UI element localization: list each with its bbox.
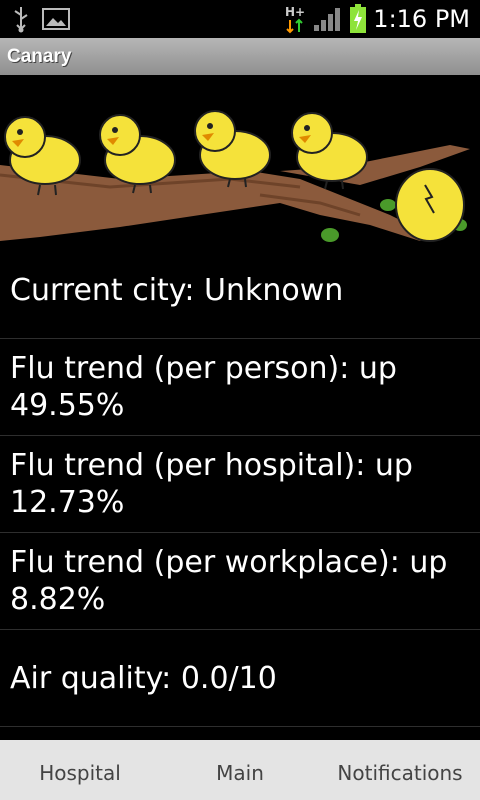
canaries-on-branch-illustration <box>0 110 480 243</box>
tab-hospital[interactable]: Hospital <box>0 755 160 785</box>
network-label: H+ <box>285 5 305 19</box>
image-icon <box>42 8 70 30</box>
title-bar: Canary <box>0 38 480 75</box>
network-h-plus-icon: H+ <box>285 5 305 34</box>
flu-trend-person-label: Flu trend (per person): up <box>10 351 397 386</box>
air-quality-text: Air quality: 0.0/10 <box>10 660 277 696</box>
tab-notifications[interactable]: Notifications <box>320 755 480 785</box>
canary-5 <box>395 168 465 242</box>
flu-trend-hospital-row: Flu trend (per hospital): up 12.73% <box>0 436 480 533</box>
flu-trend-hospital-label: Flu trend (per hospital): up <box>10 448 413 483</box>
app-title: Canary <box>7 45 72 67</box>
air-quality-row: Air quality: 0.0/10 <box>0 630 480 727</box>
flu-trend-person-row: Flu trend (per person): up 49.55% <box>0 339 480 436</box>
canary-banner <box>0 75 480 243</box>
status-bar: H+ 1:16 PM <box>0 0 480 38</box>
usb-icon <box>14 7 28 33</box>
tab-main[interactable]: Main <box>160 755 320 785</box>
current-city-row: Current city: Unknown <box>0 243 480 339</box>
flu-trend-workplace-value: 8.82% <box>10 582 106 617</box>
flu-trend-workplace-row: Flu trend (per workplace): up 8.82% <box>0 533 480 630</box>
signal-icon <box>314 8 341 31</box>
flu-trend-person-value: 49.55% <box>10 388 125 423</box>
info-list: Current city: Unknown Flu trend (per per… <box>0 243 480 727</box>
tab-bar: Hospital Main Notifications <box>0 740 480 800</box>
battery-charging-icon <box>350 4 367 33</box>
flu-trend-workplace-label: Flu trend (per workplace): up <box>10 545 448 580</box>
flu-trend-hospital-value: 12.73% <box>10 485 125 520</box>
current-city-text: Current city: Unknown <box>10 273 344 308</box>
status-time: 1:16 PM <box>373 5 470 33</box>
